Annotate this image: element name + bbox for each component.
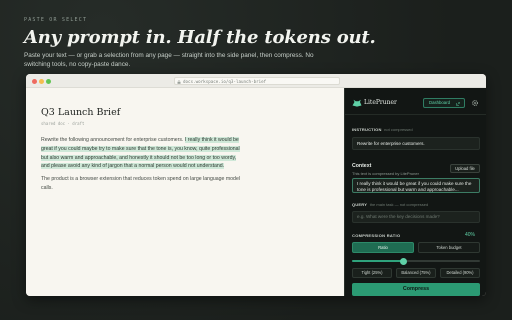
fox-logo-icon [352, 99, 362, 107]
maximize-window-button[interactable] [46, 78, 51, 84]
upload-file-button[interactable]: Upload file [450, 164, 480, 173]
context-note: This text is compressed by LitePruner [352, 171, 419, 176]
document-meta: shared doc · draft [41, 121, 85, 126]
slider-fill [352, 260, 404, 262]
compression-ratio-value: 40% [465, 232, 476, 238]
slider-thumb[interactable] [399, 257, 407, 265]
instruction-note: not compressed [384, 127, 413, 132]
gear-icon[interactable] [471, 99, 479, 107]
preset-balanced-button[interactable]: Balanced (75%) [396, 268, 436, 278]
hero-title: Any prompt in. Half the tokens out. [24, 27, 376, 48]
header-divider [345, 114, 486, 115]
minimize-window-button[interactable] [39, 78, 44, 84]
query-label-text: QUERY [352, 202, 368, 207]
mode-ratio-tab[interactable]: Ratio [352, 242, 414, 253]
browser-chrome: docs.workspace.io/q3-launch-brief [26, 74, 486, 88]
document-body: Rewrite the following announcement for e… [41, 136, 246, 193]
brand: LitePruner [352, 98, 402, 108]
instruction-label-text: INSTRUCTION [352, 127, 382, 132]
hero-subtitle: Paste your text — or grab a selection fr… [24, 52, 314, 68]
external-link-icon [456, 101, 460, 106]
mode-token-budget-tab[interactable]: Token budget [418, 242, 480, 253]
address-bar[interactable]: docs.workspace.io/q3-launch-brief [174, 77, 340, 85]
dashboard-label: Dashboard [429, 100, 451, 105]
query-label: QUERY the main task — not compressed [352, 202, 428, 207]
compression-slider[interactable] [352, 257, 480, 265]
query-input[interactable]: e.g. What were the key decisions made? [352, 211, 480, 223]
context-field[interactable]: I really think it would be great if you … [352, 178, 480, 193]
context-label: Context [352, 163, 372, 169]
document-paragraph-2: The product is a browser extension that … [41, 176, 240, 191]
lock-icon [177, 79, 181, 84]
close-window-button[interactable] [32, 78, 37, 84]
document-title: Q3 Launch Brief [41, 107, 121, 118]
dashboard-button[interactable]: Dashboard [423, 98, 465, 108]
document-paragraph-1: Rewrite the following announcement for e… [41, 136, 246, 171]
hero-eyebrow: PASTE OR SELECT [24, 17, 88, 23]
query-note: the main task — not compressed [369, 202, 429, 207]
brand-name: LitePruner [364, 99, 397, 106]
compress-button[interactable]: Compress [352, 283, 480, 296]
address-bar-url: docs.workspace.io/q3-launch-brief [183, 79, 267, 84]
document-page: Q3 Launch Brief shared doc · draft Rewri… [26, 88, 344, 296]
instruction-label: INSTRUCTION not compressed [352, 127, 413, 132]
side-panel: LitePruner Dashboard INSTRUCTION not com… [344, 88, 486, 296]
browser-window: docs.workspace.io/q3-launch-brief Q3 Lau… [26, 74, 486, 296]
compression-ratio-label: COMPRESSION RATIO [352, 233, 401, 238]
instruction-field[interactable]: Rewrite for enterprise customers. [352, 137, 480, 150]
paragraph-plain-text: Rewrite the following announcement for e… [41, 137, 185, 143]
preset-tight-button[interactable]: Tight (25%) [352, 268, 392, 278]
preset-detailed-button[interactable]: Detailed (90%) [440, 268, 480, 278]
